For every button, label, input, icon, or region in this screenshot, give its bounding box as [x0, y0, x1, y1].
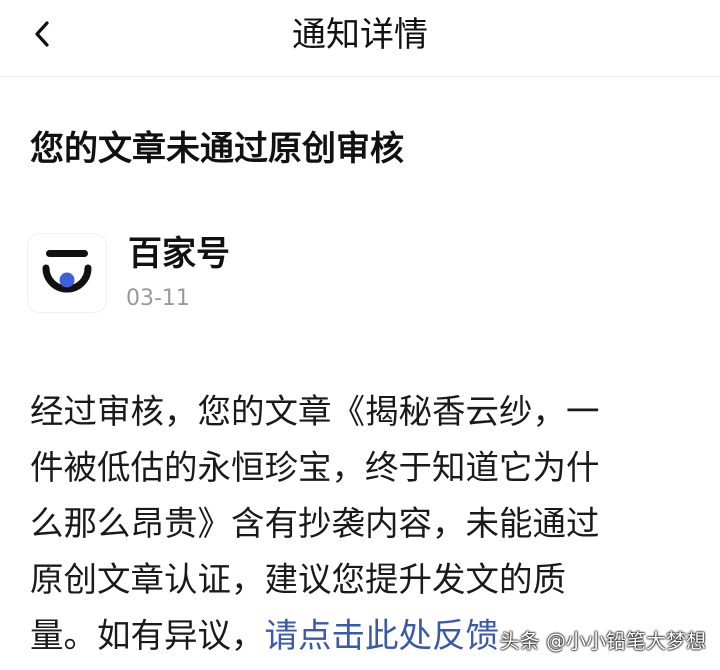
- body-line: 经过审核，您的文章《揭秘香云纱，一: [30, 392, 600, 431]
- body-line: 原创文章认证，建议您提升发文的质: [30, 560, 566, 599]
- notice-date: 03-11: [126, 286, 190, 311]
- top-nav-bar: 通知详情: [0, 0, 720, 77]
- watermark: 头条 @小小铅笔大梦想: [499, 629, 706, 653]
- page-title: 通知详情: [292, 15, 428, 55]
- feedback-link[interactable]: 请点击此处反馈: [265, 616, 500, 655]
- notice-body: 经过审核，您的文章《揭秘香云纱，一 件被低估的永恒珍宝，终于知道它为什 么那么昂…: [30, 384, 695, 664]
- sender-info: 百家号 03-11: [28, 234, 428, 316]
- body-line: 件被低估的永恒珍宝，终于知道它为什: [30, 448, 600, 487]
- notification-detail-screen: 通知详情 您的文章未通过原创审核 百家号 03-11 经过审核，您的文章《揭秘香…: [0, 0, 720, 670]
- body-line: 么那么昂贵》含有抄袭内容，未能通过: [30, 504, 600, 543]
- sender-name[interactable]: 百家号: [128, 234, 230, 274]
- baijiahao-logo[interactable]: [28, 234, 106, 312]
- notice-title: 您的文章未通过原创审核: [30, 129, 404, 169]
- baijiahao-logo-icon: [42, 250, 92, 293]
- body-line-text: 量。如有异议，: [30, 616, 265, 655]
